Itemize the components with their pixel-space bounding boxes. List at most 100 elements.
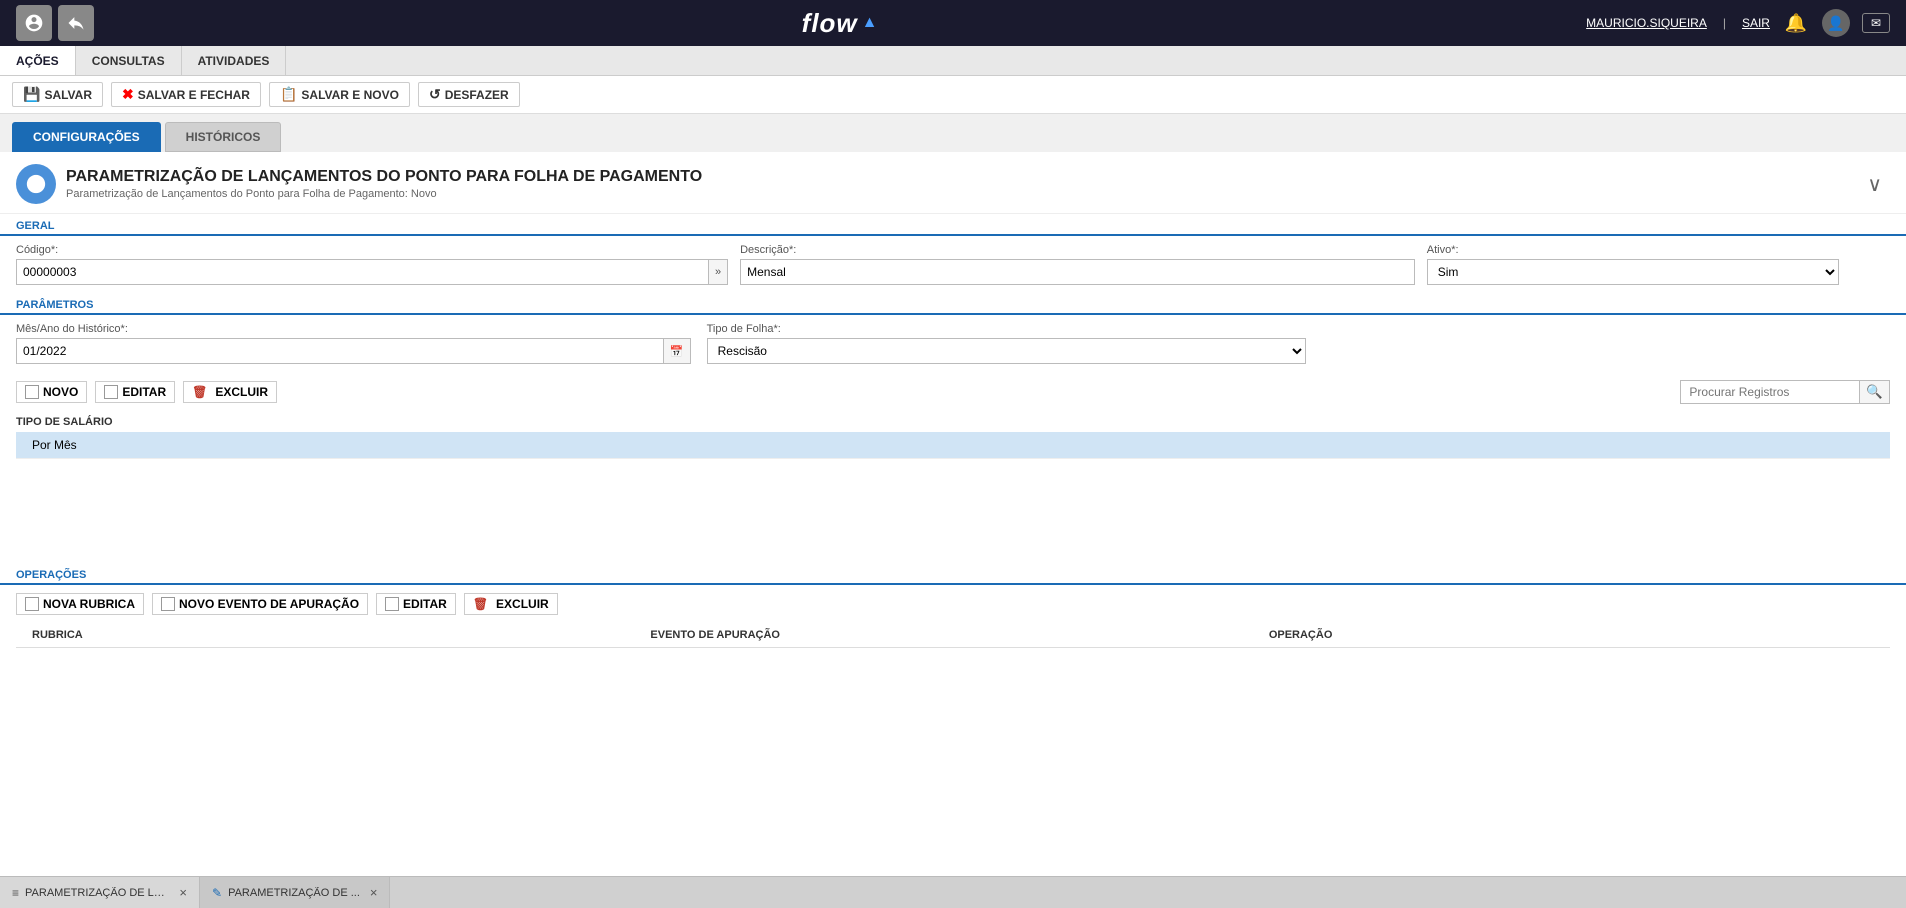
save-label: SALVAR — [44, 88, 92, 102]
descricao-field-group: Descrição*: — [740, 244, 1415, 285]
ativo-select[interactable]: Sim Não — [1427, 259, 1839, 285]
operations-table-header-row: RUBRICA EVENTO DE APURAÇÃO OPERAÇÃO — [16, 623, 1890, 648]
operations-table: RUBRICA EVENTO DE APURAÇÃO OPERAÇÃO — [16, 623, 1890, 648]
editar-checkbox — [104, 385, 118, 399]
bottom-tab-1-list-icon: ≡ — [12, 886, 19, 900]
form-title-block: PARAMETRIZAÇÃO DE LANÇAMENTOS DO PONTO P… — [66, 168, 702, 200]
bottom-tab-2-close-icon[interactable]: × — [370, 885, 378, 900]
codigo-input-wrapper: » — [16, 259, 728, 285]
logo-arrow-icon: ▲ — [862, 14, 879, 32]
bottom-tab-1[interactable]: ≡ PARAMETRIZAÇÃO DE LA... × — [0, 877, 200, 908]
novo-checkbox — [25, 385, 39, 399]
main-toolbar: 💾 SALVAR ✖ SALVAR E FECHAR 📋 SALVAR E NO… — [0, 76, 1906, 114]
window-icon-exit[interactable] — [58, 5, 94, 41]
col-operacao: OPERAÇÃO — [1253, 623, 1890, 648]
section-geral: GERAL — [0, 214, 1906, 236]
save-close-icon: ✖ — [122, 86, 134, 103]
tab-consultas[interactable]: CONSULTAS — [76, 46, 182, 75]
window-icon-profile[interactable] — [16, 5, 52, 41]
mes-ano-field-group: Mês/Ano do Histórico*: 📅 — [16, 323, 691, 364]
codigo-input[interactable] — [16, 259, 709, 285]
section-operacoes: OPERAÇÕES — [0, 563, 1906, 585]
form-subtitle: Parametrização de Lançamentos do Ponto p… — [66, 188, 702, 200]
window-icons — [16, 5, 94, 41]
codigo-label: Código*: — [16, 244, 728, 256]
undo-button[interactable]: ↺ DESFAZER — [418, 82, 520, 107]
main-content: PARAMETRIZAÇÃO DE LANÇAMENTOS DO PONTO P… — [0, 152, 1906, 876]
ativo-label: Ativo*: — [1427, 244, 1839, 256]
search-box: 🔍 — [1680, 380, 1890, 404]
form-header: PARAMETRIZAÇÃO DE LANÇAMENTOS DO PONTO P… — [0, 152, 1906, 214]
app-logo: flow ▲ — [802, 8, 879, 39]
novo-evento-label: NOVO EVENTO DE APURAÇÃO — [179, 597, 359, 611]
collapse-chevron-icon[interactable]: ∨ — [1859, 164, 1890, 205]
table-row[interactable]: Por Mês — [16, 432, 1890, 459]
bottom-tab-1-close-icon[interactable]: × — [179, 885, 187, 900]
bell-icon[interactable]: 🔔 — [1782, 9, 1810, 37]
excluir-button[interactable]: 🗑 EXCLUIR — [183, 381, 277, 403]
search-input[interactable] — [1680, 380, 1860, 404]
user-name-link[interactable]: MAURICIO.SIQUEIRA — [1586, 16, 1707, 30]
nav-left — [16, 5, 94, 41]
col-evento: EVENTO DE APURAÇÃO — [634, 623, 1252, 648]
bottom-tab-1-label: PARAMETRIZAÇÃO DE LA... — [25, 887, 169, 899]
parametros-fields: Mês/Ano do Histórico*: 📅 Tipo de Folha*:… — [0, 315, 1906, 372]
calendar-icon-button[interactable]: 📅 — [664, 338, 691, 364]
tab-historicos[interactable]: HISTÓRICOS — [165, 122, 282, 152]
bottom-tab-2[interactable]: ✎ PARAMETRIZAÇÃO DE ... × — [200, 877, 390, 908]
editar-button[interactable]: EDITAR — [95, 381, 175, 403]
trash-icon: 🗑 — [192, 385, 207, 399]
tipo-salario-section: TIPO DE SALÁRIO Por Mês — [0, 412, 1906, 463]
ops-editar-button[interactable]: EDITAR — [376, 593, 456, 615]
save-new-button[interactable]: 📋 SALVAR E NOVO — [269, 82, 410, 107]
ativo-field-group: Ativo*: Sim Não — [1427, 244, 1839, 285]
form-icon — [16, 164, 56, 204]
descricao-label: Descrição*: — [740, 244, 1415, 256]
top-tab-bar: AÇÕES CONSULTAS ATIVIDADES — [0, 46, 1906, 76]
tipo-folha-field-group: Tipo de Folha*: Rescisão Normal Compleme… — [707, 323, 1307, 364]
spacer — [0, 463, 1906, 563]
tipo-folha-select[interactable]: Rescisão Normal Complementar 13º Salário… — [707, 338, 1307, 364]
codigo-field-group: Código*: » — [16, 244, 728, 285]
user-separator: | — [1723, 16, 1726, 30]
col-rubrica: RUBRICA — [16, 623, 634, 648]
bottom-tab-bar: ≡ PARAMETRIZAÇÃO DE LA... × ✎ PARAMETRIZ… — [0, 876, 1906, 908]
codigo-arrow-button[interactable]: » — [709, 259, 728, 285]
save-new-label: SALVAR E NOVO — [301, 88, 399, 102]
tipo-salario-cell: Por Mês — [16, 432, 1890, 459]
tipo-salario-header: TIPO DE SALÁRIO — [16, 412, 1890, 432]
tipo-salario-toolbar: NOVO EDITAR 🗑 EXCLUIR 🔍 — [0, 372, 1906, 412]
mes-ano-label: Mês/Ano do Histórico*: — [16, 323, 691, 335]
nova-rubrica-checkbox — [25, 597, 39, 611]
novo-evento-button[interactable]: NOVO EVENTO DE APURAÇÃO — [152, 593, 368, 615]
ops-excluir-label: EXCLUIR — [496, 597, 549, 611]
mes-ano-input[interactable] — [16, 338, 664, 364]
nav-right: MAURICIO.SIQUEIRA | SAIR 🔔 👤 ✉ — [1586, 9, 1890, 37]
tab-acoes[interactable]: AÇÕES — [0, 46, 76, 75]
nova-rubrica-button[interactable]: NOVA RUBRICA — [16, 593, 144, 615]
ops-trash-icon: 🗑 — [473, 597, 488, 611]
editar-label: EDITAR — [122, 385, 166, 399]
person-icon[interactable]: 👤 — [1822, 9, 1850, 37]
tab-configuracoes[interactable]: CONFIGURAÇÕES — [12, 122, 161, 152]
top-navigation: flow ▲ MAURICIO.SIQUEIRA | SAIR 🔔 👤 ✉ — [0, 0, 1906, 46]
save-button[interactable]: 💾 SALVAR — [12, 82, 103, 107]
tab-atividades[interactable]: ATIVIDADES — [182, 46, 287, 75]
content-tab-bar: CONFIGURAÇÕES HISTÓRICOS — [0, 114, 1906, 152]
operations-toolbar: NOVA RUBRICA NOVO EVENTO DE APURAÇÃO EDI… — [0, 585, 1906, 623]
excluir-label: EXCLUIR — [215, 385, 268, 399]
save-close-button[interactable]: ✖ SALVAR E FECHAR — [111, 82, 261, 107]
mes-ano-input-wrapper: 📅 — [16, 338, 691, 364]
bottom-tab-2-label: PARAMETRIZAÇÃO DE ... — [228, 887, 360, 899]
search-button[interactable]: 🔍 — [1860, 380, 1890, 404]
ops-excluir-button[interactable]: 🗑 EXCLUIR — [464, 593, 558, 615]
descricao-input[interactable] — [740, 259, 1415, 285]
save-icon: 💾 — [23, 86, 40, 103]
novo-button[interactable]: NOVO — [16, 381, 87, 403]
logout-link[interactable]: SAIR — [1742, 16, 1770, 30]
novo-label: NOVO — [43, 385, 78, 399]
operations-table-container: RUBRICA EVENTO DE APURAÇÃO OPERAÇÃO — [0, 623, 1906, 648]
section-parametros: PARÂMETROS — [0, 293, 1906, 315]
email-icon[interactable]: ✉ — [1862, 13, 1890, 33]
tipo-folha-label: Tipo de Folha*: — [707, 323, 1307, 335]
